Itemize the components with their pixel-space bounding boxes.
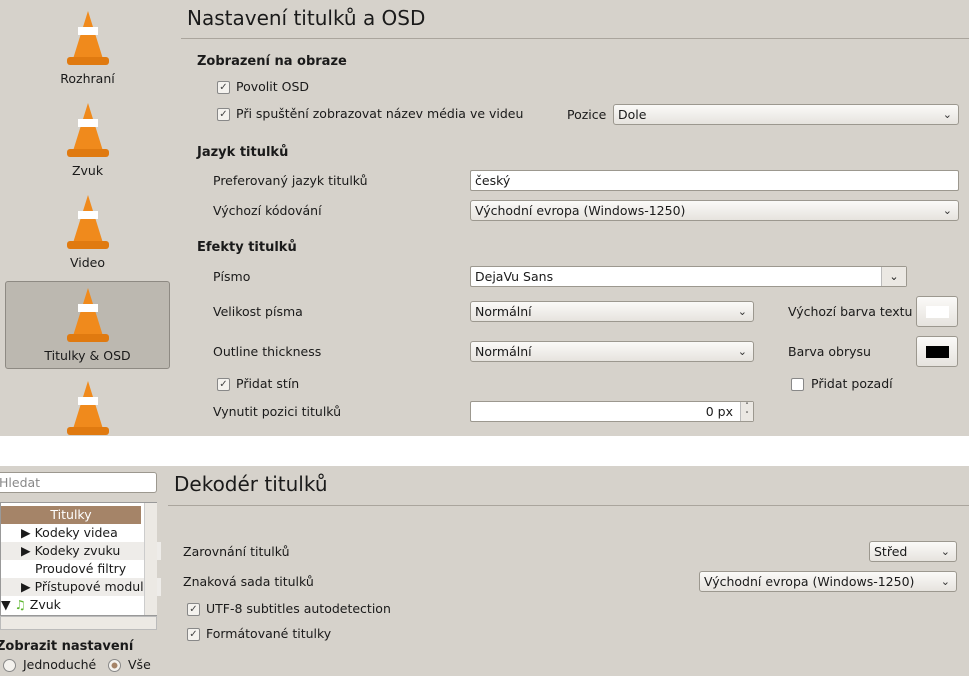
chevron-down-icon: ⌄: [737, 305, 747, 318]
encoding-label: Výchozí kódování: [213, 203, 322, 218]
chevron-down-icon[interactable]: ⌄: [881, 267, 906, 286]
all-radio[interactable]: [108, 659, 121, 672]
sidebar-item-subtitles[interactable]: Titulky & OSD: [5, 281, 170, 369]
font-size-label: Velikost písma: [213, 304, 303, 319]
pref-lang-input[interactable]: český: [470, 170, 959, 191]
show-title-label: Při spuštění zobrazovat název média ve v…: [236, 106, 524, 121]
image-separator: [0, 436, 969, 466]
chevron-down-icon: ⌄: [942, 204, 952, 217]
glasses-cone-icon: [65, 195, 111, 249]
cable-cone-icon: [65, 381, 111, 435]
chevron-down-icon: ⌄: [940, 575, 950, 588]
font-label: Písmo: [213, 269, 251, 284]
align-label: Zarovnání titulků: [183, 544, 290, 559]
divider: [168, 505, 969, 506]
charset-label: Znaková sada titulků: [183, 574, 314, 589]
show-settings-heading: Zobrazit nastavení: [0, 639, 134, 654]
position-label: Pozice: [567, 107, 607, 122]
music-note-icon: ♫: [14, 597, 26, 612]
subtitles-cone-icon: [65, 288, 111, 342]
show-title-checkbox[interactable]: ✓: [217, 108, 230, 121]
page-title: Nastavení titulků a OSD: [187, 6, 426, 30]
font-size-select[interactable]: Normální ⌄: [470, 301, 754, 322]
tree-item[interactable]: ▶ Přístupové moduly: [1, 578, 161, 596]
tree-item-zvuk[interactable]: ▼ ♫ Zvuk: [1, 596, 141, 614]
shadow-checkbox[interactable]: ✓: [217, 378, 230, 391]
enable-osd-checkbox[interactable]: ✓: [217, 81, 230, 94]
settings-tree: Titulky ▶ Kodeky videa ▶ Kodeky zvuku Pr…: [0, 502, 161, 616]
text-color-label: Výchozí barva textu: [788, 304, 913, 319]
pref-lang-label: Preferovaný jazyk titulků: [213, 173, 368, 188]
text-color-button[interactable]: [916, 296, 958, 327]
enable-osd-label: Povolit OSD: [236, 79, 310, 94]
position-select[interactable]: Dole ⌄: [613, 104, 959, 125]
tree-item[interactable]: ▶ Kodeky zvuku: [1, 542, 161, 560]
spin-arrows-icon[interactable]: ˄ ˅: [740, 402, 753, 421]
formatted-checkbox[interactable]: ✓: [187, 628, 200, 641]
sidebar-item-audio[interactable]: Zvuk: [5, 97, 170, 185]
outline-color-button[interactable]: [916, 336, 958, 367]
font-combo[interactable]: DejaVu Sans ⌄: [470, 266, 907, 287]
decoder-title: Dekodér titulků: [174, 472, 328, 496]
vlc-cone-icon: [65, 11, 111, 65]
chevron-down-icon: ⌄: [737, 345, 747, 358]
outline-select[interactable]: Normální ⌄: [470, 341, 754, 362]
color-swatch: [926, 306, 949, 318]
headphones-cone-icon: [65, 103, 111, 157]
charset-select[interactable]: Východní evropa (Windows-1250) ⌄: [699, 571, 957, 592]
utf8-label: UTF-8 subtitles autodetection: [206, 601, 391, 616]
divider: [181, 38, 969, 39]
sidebar-item-interface[interactable]: Rozhraní: [5, 5, 170, 93]
sidebar-item-input[interactable]: [5, 375, 170, 435]
osd-heading: Zobrazení na obraze: [197, 54, 347, 69]
background-checkbox[interactable]: [791, 378, 804, 391]
sidebar-label: Video: [69, 255, 106, 270]
force-pos-spinbox[interactable]: 0 px ˄ ˅: [470, 401, 754, 422]
sidebar-label: Zvuk: [71, 163, 104, 178]
outline-color-label: Barva obrysu: [788, 344, 871, 359]
simple-radio[interactable]: [3, 659, 16, 672]
sidebar-item-video[interactable]: Video: [5, 189, 170, 277]
background-label: Přidat pozadí: [811, 376, 893, 391]
simple-label: Jednoduché: [23, 657, 97, 672]
sidebar-label: Titulky & OSD: [44, 348, 131, 363]
color-swatch: [926, 346, 949, 358]
outline-label: Outline thickness: [213, 344, 322, 359]
force-pos-label: Vynutit pozici titulků: [213, 404, 342, 419]
sidebar-label: Rozhraní: [60, 71, 115, 86]
horizontal-scrollbar[interactable]: [0, 616, 157, 630]
align-select[interactable]: Střed ⌄: [869, 541, 957, 562]
effects-heading: Efekty titulků: [197, 240, 297, 255]
search-input[interactable]: Hledat: [0, 472, 157, 493]
chevron-down-icon: ⌄: [942, 108, 952, 121]
all-label: Vše: [128, 657, 151, 672]
chevron-down-icon: ⌄: [940, 545, 950, 558]
lang-heading: Jazyk titulků: [197, 145, 289, 160]
vertical-scrollbar[interactable]: [144, 503, 157, 615]
utf8-checkbox[interactable]: ✓: [187, 603, 200, 616]
encoding-select[interactable]: Východní evropa (Windows-1250) ⌄: [470, 200, 959, 221]
tree-item[interactable]: ▶ Kodeky videa: [1, 524, 161, 542]
shadow-label: Přidat stín: [236, 376, 300, 391]
formatted-label: Formátované titulky: [206, 626, 332, 641]
tree-item-titulky[interactable]: Titulky: [1, 506, 141, 524]
